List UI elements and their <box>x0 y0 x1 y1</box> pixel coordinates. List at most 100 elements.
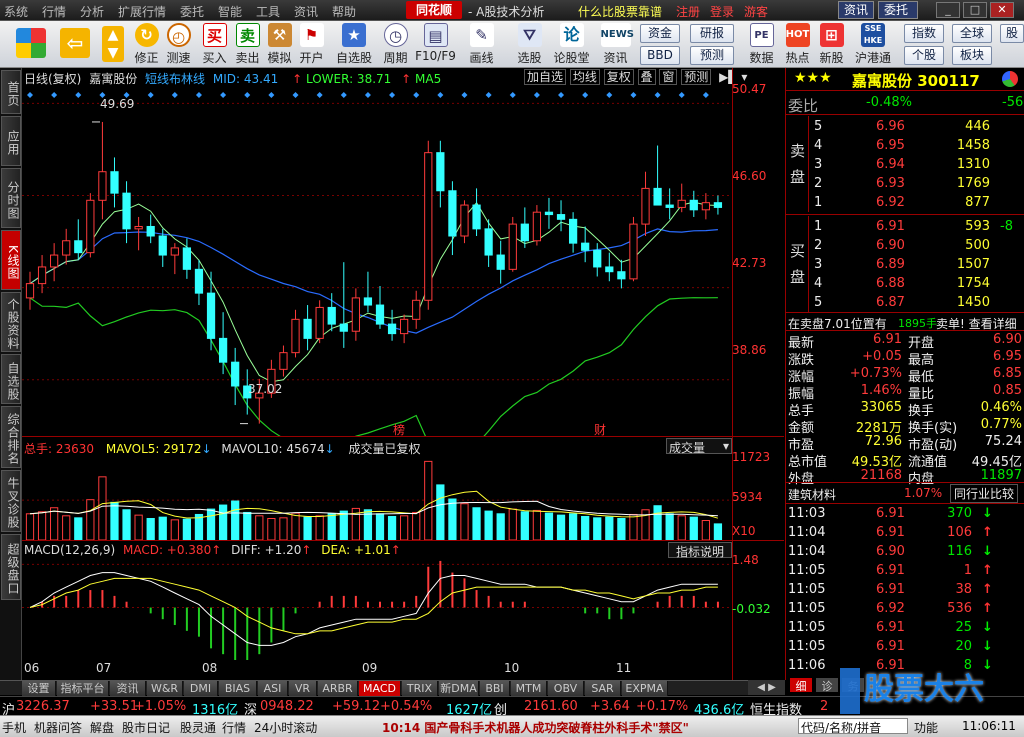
ask-row[interactable]: 2 6.93 1769 <box>786 174 1024 193</box>
tab-scroll-icon[interactable]: ◀ ▶ <box>748 680 785 695</box>
pie-icon[interactable] <box>1002 71 1018 87</box>
tab-watchlist[interactable]: 自选股 <box>1 354 21 404</box>
research-button[interactable]: 研报 <box>690 24 734 43</box>
menu-quotes[interactable]: 行情 <box>42 3 66 20</box>
indicator-tab[interactable]: BBI <box>480 681 510 696</box>
tab-intraday[interactable]: 分时图 <box>1 168 21 228</box>
indicator-tab[interactable]: TRIX <box>402 681 438 696</box>
layout-button[interactable] <box>14 23 48 66</box>
indicator-tab[interactable]: OBV <box>548 681 584 696</box>
news-tool-button[interactable]: NEWS 资讯 <box>600 23 634 66</box>
predict-button[interactable]: 预测 <box>681 69 712 85</box>
ask-row[interactable]: 4 6.95 1458 <box>786 136 1024 155</box>
guest-link[interactable]: 游客 <box>744 3 768 20</box>
tab-super-board[interactable]: 超级盘口 <box>1 534 21 600</box>
indicator-tab[interactable]: 新DMA <box>439 681 479 696</box>
global-button[interactable]: 全球 <box>952 24 992 43</box>
news-button[interactable]: 资讯 <box>838 1 875 19</box>
hotspot-button[interactable]: HOT 热点 <box>782 23 813 66</box>
draw-line-button[interactable]: ✎ 画线 <box>466 23 497 66</box>
tab-detail[interactable]: 细 <box>790 678 812 693</box>
index-button[interactable]: 指数 <box>904 24 944 43</box>
trade-button[interactable]: 委托 <box>878 1 918 19</box>
bbd-button[interactable]: BBD <box>640 46 680 65</box>
ad-link[interactable]: 什么比股票靠谱 <box>578 3 662 20</box>
bid-row[interactable]: 4 6.88 1754 <box>786 274 1024 293</box>
updown-button[interactable]: ▲ ▼ <box>100 23 126 66</box>
volume-chart[interactable] <box>22 456 732 540</box>
indicator-tab[interactable]: BIAS <box>219 681 257 696</box>
bid-row[interactable]: 3 6.89 1507 <box>786 255 1024 274</box>
indicator-tab[interactable]: EXPMA <box>622 681 668 696</box>
menu-system[interactable]: 系统 <box>4 3 28 20</box>
indicator-tab[interactable]: VR <box>289 681 317 696</box>
ask-row[interactable]: 1 6.92 877 <box>786 193 1024 212</box>
f10-button[interactable]: ▤ F10/F9 <box>415 23 456 66</box>
tab-apps[interactable]: 应用 <box>1 116 21 166</box>
new-stock-button[interactable]: ⊞ 新股 <box>816 23 847 66</box>
stock-extra-button[interactable]: 股 <box>1000 24 1024 43</box>
indicator-tab[interactable]: MTM <box>511 681 547 696</box>
tab-diagnosis[interactable]: 牛叉诊股 <box>1 470 21 532</box>
login-link[interactable]: 登录 <box>710 3 734 20</box>
status-qa[interactable]: 机器问答 <box>34 719 82 736</box>
fund-button[interactable]: 资金 <box>640 24 680 43</box>
menu-analysis[interactable]: 分析 <box>80 3 104 20</box>
register-link[interactable]: 注册 <box>676 3 700 20</box>
period-label[interactable]: 日线(复权) <box>24 72 81 86</box>
maximize-icon[interactable]: □ <box>963 2 987 18</box>
tab-home[interactable]: 首页 <box>1 70 21 114</box>
macd-name[interactable]: MACD(12,26,9) <box>24 543 115 557</box>
sh-index[interactable]: 3226.37 <box>16 699 70 714</box>
bid-row[interactable]: 1 6.91 593 -8 <box>786 217 1024 236</box>
add-watchlist-button[interactable]: 加自选 <box>524 69 567 85</box>
status-analysis[interactable]: 解盘 <box>90 719 114 736</box>
watchlist-button[interactable]: ★ 自选股 <box>336 23 372 66</box>
indicator-name[interactable]: 短线布林线 <box>145 72 205 86</box>
indicator-tab[interactable]: 设置 <box>22 681 56 696</box>
stock-button[interactable]: 个股 <box>904 46 944 65</box>
overlay-button[interactable]: 叠 <box>637 69 656 85</box>
status-mobile[interactable]: 手机 <box>2 719 26 736</box>
adjust-button[interactable]: 复权 <box>603 69 634 85</box>
menu-help[interactable]: 帮助 <box>332 3 356 20</box>
stock-picker-button[interactable]: ⛛ 选股 <box>514 23 545 66</box>
menu-smart[interactable]: 智能 <box>218 3 242 20</box>
data-button[interactable]: PE 数据 <box>746 23 777 66</box>
status-diary[interactable]: 股市日记 <box>122 719 170 736</box>
indicator-tab[interactable]: ARBR <box>318 681 358 696</box>
period-button[interactable]: ◷ 周期 <box>380 23 411 66</box>
speed-test-button[interactable]: ◴ 测速 <box>163 23 194 66</box>
bid-row[interactable]: 2 6.90 500 <box>786 236 1024 255</box>
window-button[interactable]: 窗 <box>659 69 678 85</box>
industry-compare-button[interactable]: 同行业比较 <box>950 484 1019 503</box>
indicator-tab[interactable]: SAR <box>585 681 621 696</box>
forum-button[interactable]: 论论股堂 <box>553 23 590 66</box>
menu-ext-quotes[interactable]: 扩展行情 <box>118 3 166 20</box>
ask-row[interactable]: 3 6.94 1310 <box>786 155 1024 174</box>
status-lingtong[interactable]: 股灵通 <box>180 719 216 736</box>
menu-trade[interactable]: 委托 <box>180 3 204 20</box>
status-quotes[interactable]: 行情 <box>222 719 246 736</box>
indicator-tab[interactable]: DMI <box>184 681 218 696</box>
close-icon[interactable]: ✕ <box>990 2 1014 18</box>
ask-row[interactable]: 5 6.96 446 <box>786 117 1024 136</box>
macd-chart[interactable] <box>22 558 732 660</box>
bid-row[interactable]: 5 6.87 1450 <box>786 293 1024 312</box>
cy-index[interactable]: 2161.60 <box>524 699 578 714</box>
function-button[interactable]: 功能 <box>914 719 938 736</box>
search-input[interactable]: 代码/名称/拼音 <box>798 718 908 734</box>
indicator-help-button[interactable]: 指标说明 <box>668 542 732 559</box>
indicator-tab[interactable]: W&R <box>147 681 183 696</box>
tab-stock-info[interactable]: 个股资料 <box>1 292 21 352</box>
kline-chart[interactable] <box>22 86 732 436</box>
tab-ranking[interactable]: 综合排名 <box>1 406 21 468</box>
open-account-button[interactable]: ⚑ 开户 <box>296 23 327 66</box>
menu-tools[interactable]: 工具 <box>256 3 280 20</box>
minimize-icon[interactable]: _ <box>936 2 960 18</box>
news-headline[interactable]: 10:14 国产骨科手术机器人成功突破脊柱外科手术"禁区" <box>382 719 689 736</box>
sz-index[interactable]: 0948.22 <box>260 699 314 714</box>
indicator-tab[interactable]: 指标平台 <box>57 681 109 696</box>
indicator-tab[interactable]: ASI <box>258 681 288 696</box>
sector-button[interactable]: 板块 <box>952 46 992 65</box>
